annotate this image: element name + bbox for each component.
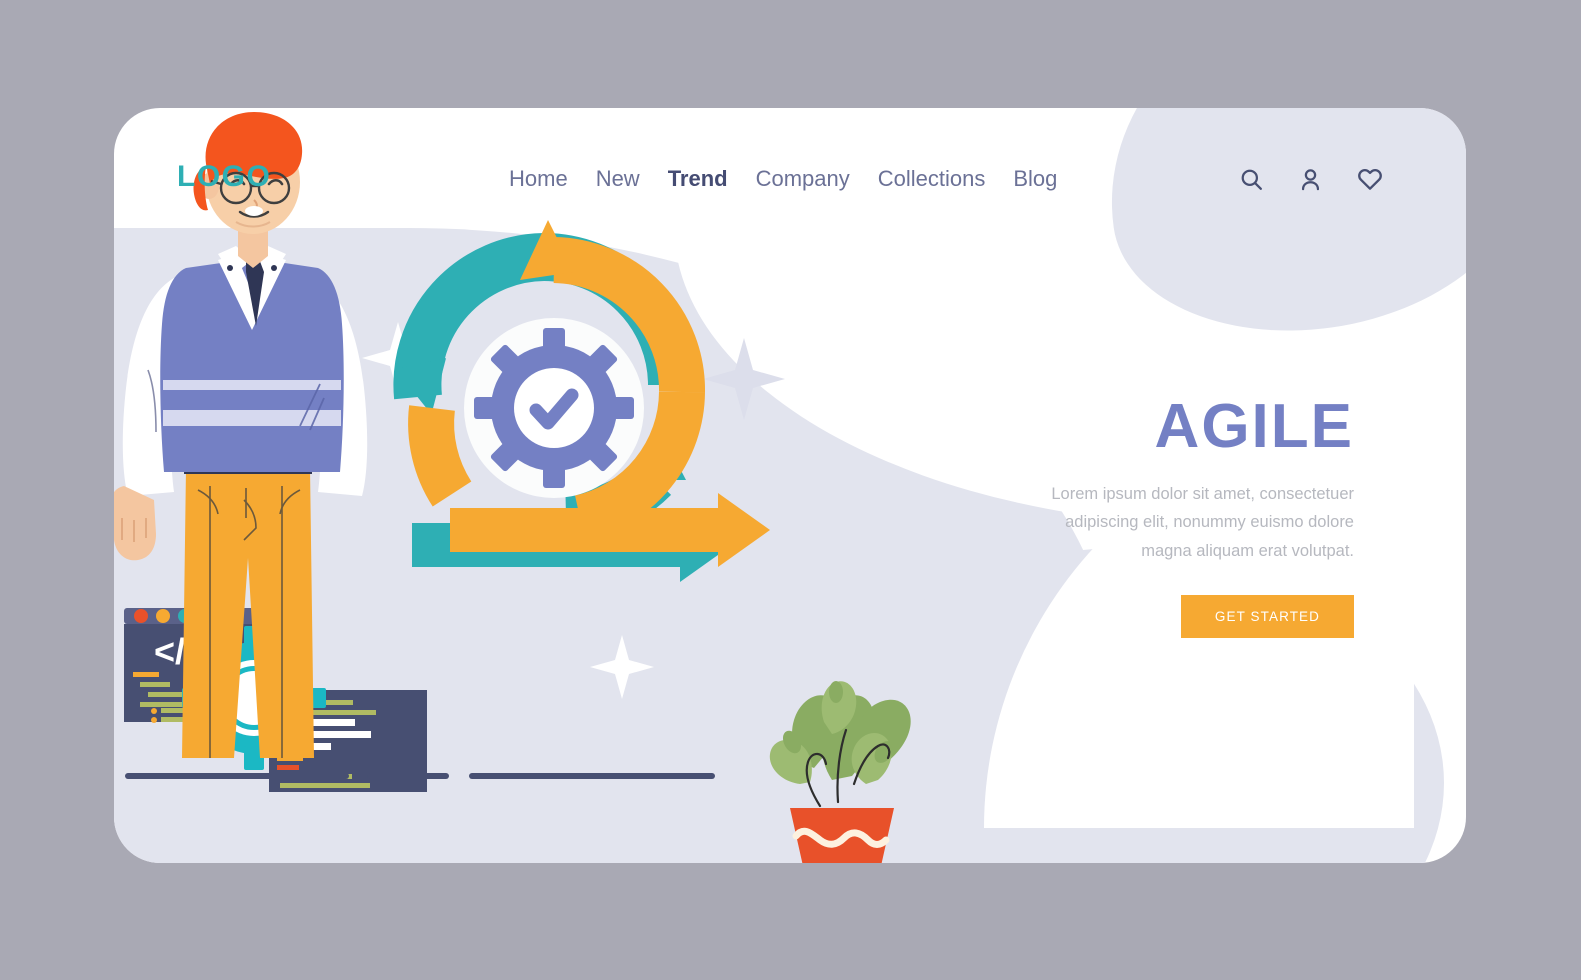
landing-page-card: LOGO Home New Trend Company Collections … xyxy=(114,108,1466,863)
main-navigation: Home New Trend Company Collections Blog xyxy=(509,166,1057,192)
nav-item-trend[interactable]: Trend xyxy=(668,166,728,192)
sparkle-icon-right xyxy=(703,338,785,420)
nav-item-new[interactable]: New xyxy=(596,166,640,192)
logo[interactable]: LOGO xyxy=(177,160,271,194)
nav-item-company[interactable]: Company xyxy=(756,166,850,192)
hero-text-block: AGILE Lorem ipsum dolor sit amet, consec… xyxy=(1042,392,1354,639)
site-header: LOGO Home New Trend Company Collections … xyxy=(114,108,1466,258)
potted-plant-graphic xyxy=(769,681,911,863)
nav-item-home[interactable]: Home xyxy=(509,166,568,192)
sparkle-icon-bottom xyxy=(590,635,654,699)
character-hand xyxy=(114,486,156,561)
search-icon[interactable] xyxy=(1238,166,1265,193)
header-icon-group xyxy=(1238,165,1384,193)
screenshot-root: LOGO Home New Trend Company Collections … xyxy=(0,0,1581,980)
nav-item-collections[interactable]: Collections xyxy=(878,166,986,192)
nav-item-blog[interactable]: Blog xyxy=(1013,166,1057,192)
agile-cycle-graphic xyxy=(393,220,770,582)
hero-description: Lorem ipsum dolor sit amet, consectetuer… xyxy=(1051,485,1354,560)
gear-check-icon xyxy=(474,328,634,488)
heart-icon[interactable] xyxy=(1356,165,1384,193)
page-title: AGILE xyxy=(1154,392,1354,461)
user-icon[interactable] xyxy=(1297,166,1324,193)
get-started-button[interactable]: GET STARTED xyxy=(1180,595,1354,639)
